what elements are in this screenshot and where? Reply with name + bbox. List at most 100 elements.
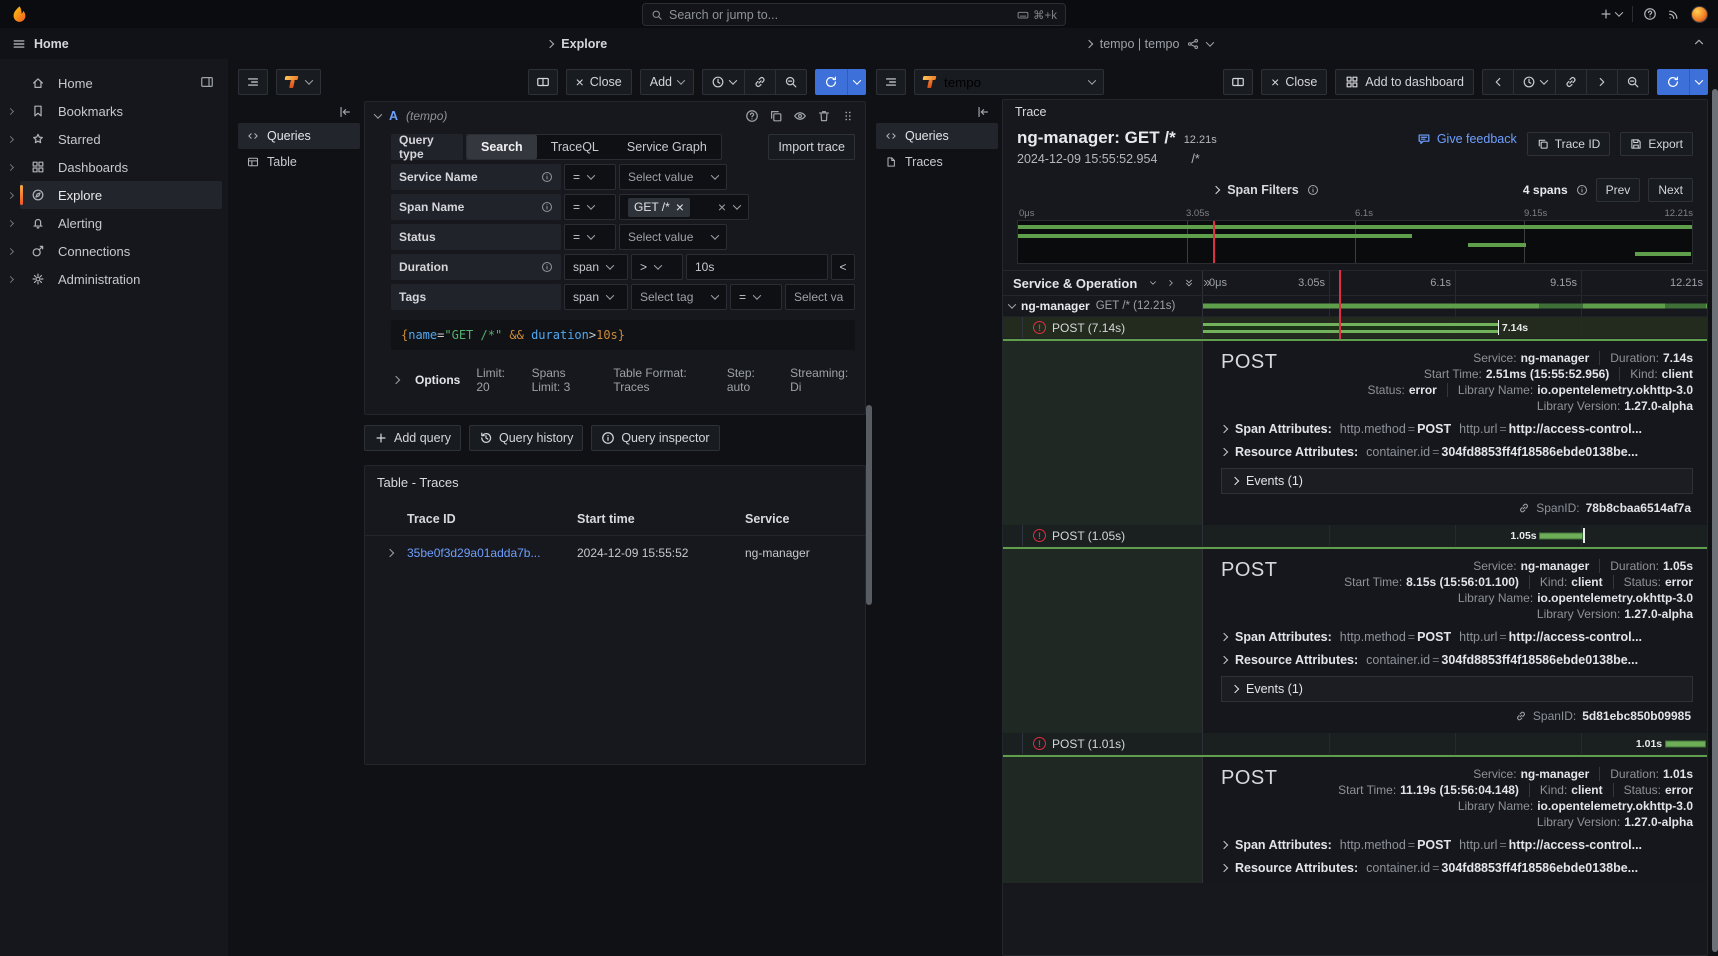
sidebar-item-alerting[interactable]: Alerting <box>0 209 228 237</box>
share-icon[interactable] <box>1187 38 1199 50</box>
window-scrollbar[interactable] <box>1712 89 1718 952</box>
expand-row-icon[interactable] <box>373 550 407 556</box>
add-button[interactable]: Add <box>640 69 694 95</box>
left-pane-scrollbar[interactable] <box>866 405 872 605</box>
chevron-right-icon[interactable] <box>0 137 20 142</box>
chevron-down-icon[interactable] <box>1206 38 1214 46</box>
duration-operator[interactable]: > <box>631 254 683 280</box>
breadcrumb-tab[interactable]: tempo | tempo <box>1100 37 1180 51</box>
query-row-header[interactable]: A (tempo) <box>365 102 865 130</box>
run-query-button[interactable] <box>815 69 866 95</box>
span-attributes-row[interactable]: Span Attributes: http.method=POST http.u… <box>1221 630 1693 644</box>
query-inspector-button[interactable]: Query inspector <box>591 425 719 451</box>
column-header-start-time[interactable]: Start time <box>577 512 745 526</box>
datasource-picker[interactable]: tempo <box>914 69 1104 95</box>
collapse-toolbar-button[interactable] <box>1692 35 1706 52</box>
nav-item-traces[interactable]: Traces <box>876 149 998 175</box>
sidebar-item-home[interactable]: Home <box>0 69 228 97</box>
chevron-right-icon[interactable] <box>0 221 20 226</box>
run-query-button[interactable] <box>1657 69 1708 95</box>
query-options-row[interactable]: Options Limit: 20 Spans Limit: 3 Table F… <box>391 360 855 404</box>
remove-chip-icon[interactable] <box>676 200 684 215</box>
events-row[interactable]: Events (1) <box>1221 676 1693 702</box>
duplicate-query-icon[interactable] <box>769 109 783 123</box>
trace-id-button[interactable]: Trace ID <box>1527 132 1611 156</box>
tags-operator[interactable]: = <box>730 284 782 310</box>
time-picker-button[interactable] <box>1514 70 1556 94</box>
datasource-picker[interactable] <box>276 69 321 95</box>
trace-id-link[interactable]: 35be0f3d29a01adda7b... <box>407 546 577 560</box>
span-bar[interactable] <box>1203 323 1498 333</box>
nav-item-table[interactable]: Table <box>238 149 360 175</box>
events-row[interactable]: Events (1) <box>1221 468 1693 494</box>
tags-select-value[interactable]: Select va <box>785 284 855 310</box>
service-name-operator[interactable]: = <box>564 164 616 190</box>
tab-traceql[interactable]: TraceQL <box>537 135 613 159</box>
nav-item-queries[interactable]: Queries <box>876 123 998 149</box>
collapse-all-icon[interactable] <box>1184 278 1194 288</box>
span-bar[interactable] <box>1665 740 1707 747</box>
split-pane-button[interactable] <box>528 69 558 95</box>
user-avatar[interactable] <box>1691 6 1708 23</box>
content-outline-button[interactable] <box>876 69 906 95</box>
tags-scope[interactable]: span <box>564 284 628 310</box>
minimap-canvas[interactable] <box>1017 220 1693 264</box>
import-trace-button[interactable]: Import trace <box>768 134 855 160</box>
span-attributes-row[interactable]: Span Attributes: http.method=POST http.u… <box>1221 422 1693 436</box>
span-name-select[interactable]: GET /* <box>619 194 749 220</box>
give-feedback-link[interactable]: Give feedback <box>1417 132 1517 146</box>
search-input[interactable]: Search or jump to... ⌘+k <box>642 3 1066 26</box>
span-bar[interactable] <box>1539 532 1582 539</box>
refresh-interval-dropdown[interactable] <box>847 69 866 95</box>
span-filters-label[interactable]: Span Filters <box>1227 183 1299 197</box>
sidebar-item-administration[interactable]: Administration <box>0 265 228 293</box>
drag-handle-icon[interactable] <box>841 109 855 123</box>
chevron-right-icon[interactable] <box>0 193 20 198</box>
sidebar-item-explore[interactable]: Explore <box>0 181 228 209</box>
resource-attributes-row[interactable]: Resource Attributes: container.id=304fd8… <box>1221 861 1693 875</box>
tab-service-graph[interactable]: Service Graph <box>613 135 721 159</box>
time-shift-back-button[interactable] <box>1483 70 1514 94</box>
column-header-service[interactable]: Service <box>745 512 857 526</box>
sidebar-item-connections[interactable]: Connections <box>0 237 228 265</box>
span-row-root[interactable]: ng-manager GET /* (12.21s) <box>1003 296 1707 317</box>
export-button[interactable]: Export <box>1620 132 1693 156</box>
dock-sidebar-icon[interactable] <box>200 75 214 92</box>
span-row-post-2[interactable]: POST (1.05s) 1.05s <box>1003 525 1707 547</box>
collapse-one-icon[interactable] <box>1148 278 1158 288</box>
clear-icon[interactable] <box>718 200 726 215</box>
collapse-nav-button[interactable] <box>876 101 998 123</box>
chevron-right-icon[interactable] <box>0 165 20 170</box>
expand-one-icon[interactable] <box>1166 278 1176 288</box>
time-picker-button[interactable] <box>703 70 745 94</box>
chevron-down-icon[interactable] <box>1008 300 1016 308</box>
mega-menu-icon[interactable] <box>12 37 26 51</box>
help-circle-icon[interactable] <box>745 109 759 123</box>
span-attributes-row[interactable]: Span Attributes: http.method=POST http.u… <box>1221 838 1693 852</box>
chevron-right-icon[interactable] <box>0 109 20 114</box>
help-icon[interactable] <box>1643 7 1657 21</box>
chevron-right-icon[interactable] <box>0 249 20 254</box>
zoom-out-button[interactable] <box>1618 70 1648 94</box>
news-icon[interactable] <box>1667 7 1681 21</box>
trace-minimap[interactable]: 0μs 3.05s 6.1s 9.15s 12.21s <box>1017 208 1693 264</box>
chevron-right-icon[interactable] <box>0 277 20 282</box>
duration-value-input[interactable]: 10s <box>686 254 828 280</box>
add-query-button[interactable]: Add query <box>364 425 461 451</box>
breadcrumb-home[interactable]: Home <box>34 37 69 51</box>
sidebar-item-starred[interactable]: Starred <box>0 125 228 153</box>
sidebar-item-bookmarks[interactable]: Bookmarks <box>0 97 228 125</box>
tags-select-tag[interactable]: Select tag <box>631 284 727 310</box>
resource-attributes-row[interactable]: Resource Attributes: container.id=304fd8… <box>1221 445 1693 459</box>
close-pane-button[interactable]: Close <box>1261 69 1327 95</box>
content-outline-button[interactable] <box>238 69 268 95</box>
new-menu-button[interactable] <box>1599 7 1622 21</box>
span-row-post-3[interactable]: POST (1.01s) 1.01s <box>1003 733 1707 755</box>
span-name-operator[interactable]: = <box>564 194 616 220</box>
split-pane-button[interactable] <box>1223 69 1253 95</box>
panel-title[interactable]: Trace <box>1003 100 1707 124</box>
chevron-right-icon[interactable] <box>1212 186 1220 194</box>
refresh-interval-dropdown[interactable] <box>1689 69 1708 95</box>
duration-max-operator[interactable]: < <box>831 254 855 280</box>
next-span-button[interactable]: Next <box>1648 178 1693 202</box>
